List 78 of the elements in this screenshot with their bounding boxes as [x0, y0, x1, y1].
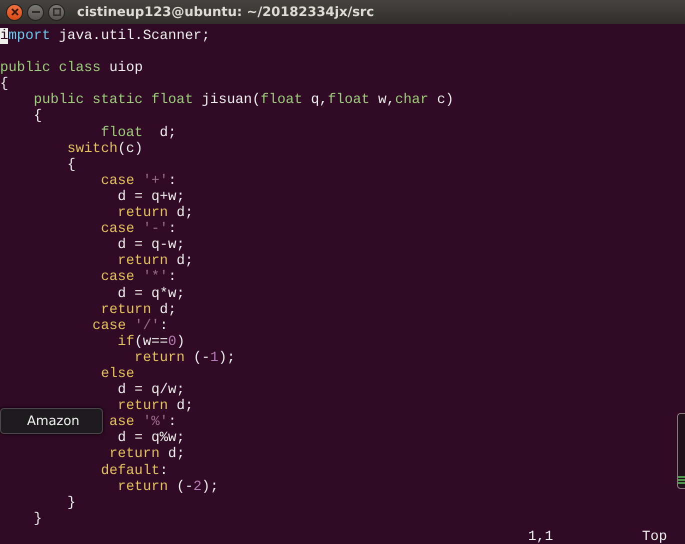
code-token: '-' — [142, 221, 168, 238]
maximize-button[interactable] — [48, 4, 65, 20]
code-token: ) — [176, 334, 185, 350]
code-token: ase — [109, 414, 134, 430]
code-token: 0 — [168, 334, 176, 350]
code-token: default — [100, 462, 160, 479]
code-token: d = q/w; — [118, 382, 185, 398]
code-token: float — [328, 92, 370, 108]
scrollbar-thumb[interactable] — [677, 413, 685, 489]
code-token: d; — [168, 446, 185, 462]
code-token: d; — [176, 205, 194, 222]
code-token: (c) — [118, 140, 143, 157]
code-token: : — [168, 221, 176, 238]
code-token: : — [168, 269, 176, 286]
code-token: return — [100, 302, 152, 318]
code-token: : — [168, 414, 176, 430]
code-token: ); — [218, 350, 236, 366]
code-token: java.util.Scanner; — [58, 28, 210, 44]
code-token: d = q%w; — [118, 430, 185, 446]
code-token: return — [118, 398, 168, 414]
code-token: w, — [378, 92, 395, 108]
code-token: public class — [0, 60, 101, 76]
code-token: d; — [176, 253, 194, 270]
code-token: else — [100, 366, 134, 382]
code-token: float — [260, 92, 302, 108]
code-token: : — [160, 318, 168, 334]
code-token: return — [118, 205, 168, 222]
code-token: switch — [67, 140, 118, 157]
code-token: public static float — [34, 92, 194, 108]
code-token: uiop — [109, 60, 143, 76]
code-token: case — [100, 172, 134, 189]
code-token: { — [0, 76, 8, 92]
code-token: return — [109, 446, 160, 462]
code-token: : — [160, 462, 168, 479]
maximize-icon — [52, 8, 60, 16]
code-token: '*' — [142, 269, 168, 286]
close-button[interactable] — [6, 4, 23, 20]
code-token: float — [100, 124, 143, 141]
code-token: d; — [160, 302, 176, 318]
code-token: : — [168, 172, 176, 189]
code-token: (- — [193, 350, 210, 366]
code-token: if — [118, 334, 134, 350]
code-token: } — [67, 494, 76, 511]
code-token: char — [394, 92, 429, 108]
code-token: ); — [202, 478, 218, 495]
code-token: { — [34, 108, 42, 124]
code-token: d = q-w; — [118, 237, 185, 254]
code-token: mport — [8, 28, 50, 44]
code-token: case — [100, 269, 134, 286]
code-token: '/' — [134, 318, 160, 334]
code-token: 2 — [193, 478, 202, 495]
code-token: 1 — [210, 350, 218, 366]
code-token: q, — [310, 92, 328, 108]
code-token: (- — [176, 478, 194, 495]
minimize-icon — [32, 11, 40, 13]
code-token: return — [118, 253, 168, 270]
code-token: case — [100, 221, 134, 238]
code-token: '%' — [142, 414, 168, 430]
cursor-position: 1,1 — [528, 528, 554, 544]
code-token: { — [67, 156, 76, 173]
code-token: } — [34, 510, 42, 527]
minimize-button[interactable] — [27, 4, 44, 20]
code-token: d; — [160, 124, 176, 141]
scroll-position: Top — [642, 528, 668, 544]
window-title: cistineup123@ubuntu: ~/20182334jx/src — [77, 4, 374, 20]
close-icon — [10, 8, 18, 16]
text-cursor: i — [0, 28, 8, 44]
launcher-tooltip: Amazon — [0, 408, 103, 434]
code-token: case — [92, 318, 126, 334]
code-token: d = q+w; — [118, 188, 185, 205]
code-token: jisuan( — [202, 92, 260, 108]
code-token: '+' — [142, 172, 168, 189]
code-token: (w== — [134, 334, 168, 350]
code-token: d; — [176, 398, 194, 414]
code-token: d = q*w; — [118, 286, 185, 302]
code-token: c) — [436, 92, 454, 108]
code-token: return — [118, 478, 168, 495]
code-token: return — [134, 350, 185, 366]
